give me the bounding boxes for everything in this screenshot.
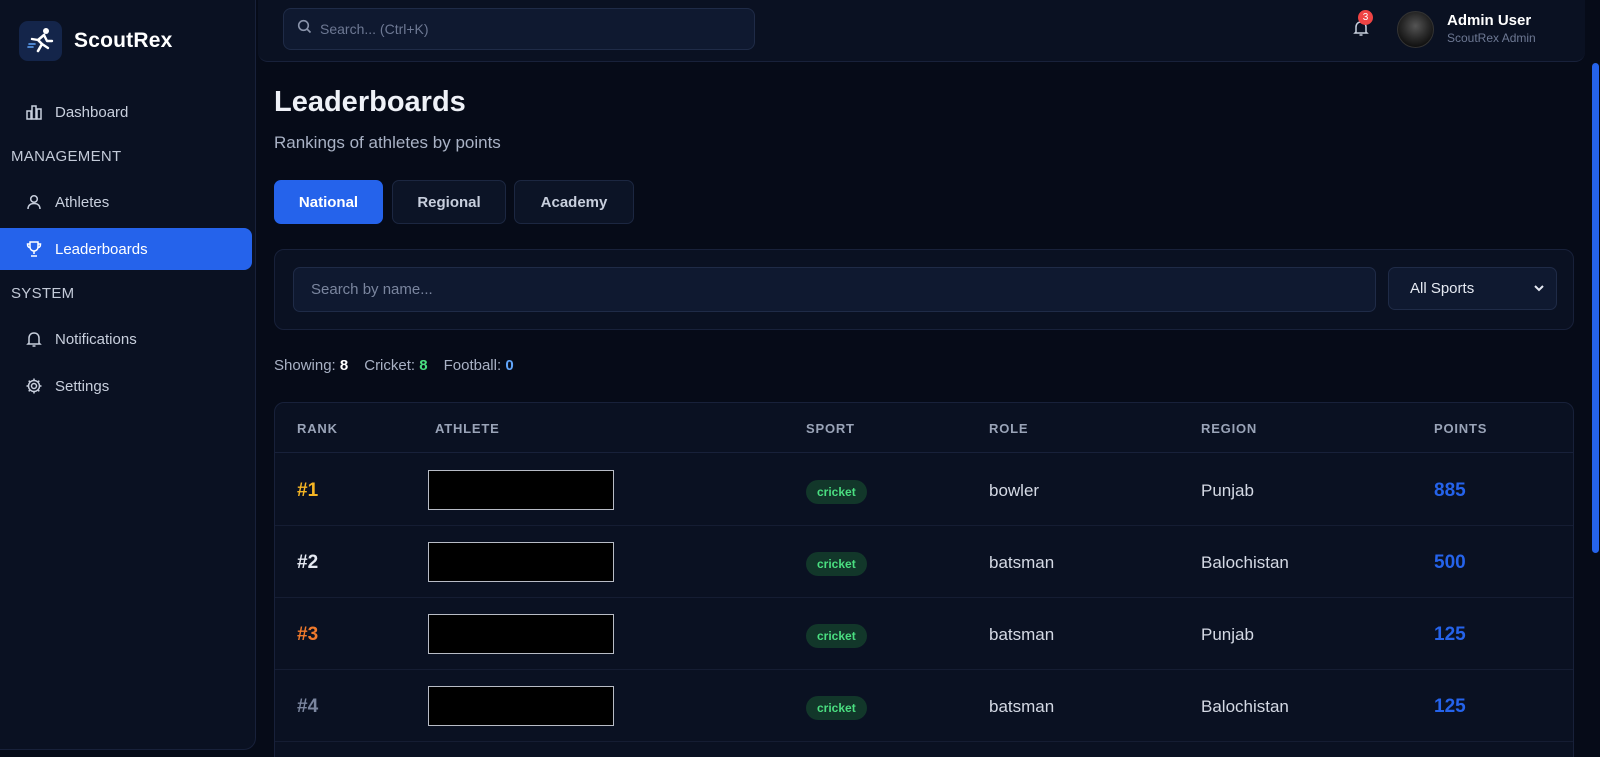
avatar[interactable]: [1397, 11, 1434, 48]
column-header-region[interactable]: REGION: [1201, 421, 1257, 436]
tab-national[interactable]: National: [274, 180, 383, 224]
stat-cricket-value: 8: [419, 357, 428, 374]
region-cell: Punjab: [1201, 625, 1254, 644]
rank-cell: #3: [297, 624, 319, 645]
rank-cell: #1: [297, 480, 319, 501]
user-name[interactable]: Admin User: [1447, 12, 1531, 29]
global-search[interactable]: [283, 8, 755, 50]
sidebar-item-label: Athletes: [55, 193, 110, 211]
table-row[interactable]: #2 cricket batsman Balochistan 500: [275, 526, 1573, 598]
notification-count-badge: 3: [1358, 10, 1373, 25]
column-header-rank[interactable]: RANK: [297, 421, 338, 436]
stats-summary: Showing: 8 Cricket: 8 Football: 0: [274, 357, 530, 374]
athlete-redacted[interactable]: [428, 542, 614, 582]
sidebar-item-label: Notifications: [55, 330, 137, 348]
sidebar-item-leaderboards[interactable]: Leaderboards: [0, 228, 252, 270]
sidebar-item-dashboard[interactable]: Dashboard: [0, 91, 252, 133]
region-cell: Balochistan: [1201, 697, 1289, 716]
stat-football-value: 0: [505, 357, 514, 374]
leaderboard-table: RANK ATHLETE SPORT ROLE REGION POINTS #1…: [274, 402, 1574, 757]
column-header-role[interactable]: ROLE: [989, 421, 1028, 436]
rank-cell: #4: [297, 696, 319, 717]
region-cell: Balochistan: [1201, 553, 1289, 572]
section-management: MANAGEMENT: [11, 148, 122, 165]
stat-showing-value: 8: [339, 357, 349, 374]
app-root: ScoutRex Dashboard MANAGEMENT Athletes L…: [0, 0, 1600, 757]
role-cell: batsman: [989, 697, 1055, 716]
sidebar-item-notifications[interactable]: Notifications: [0, 318, 252, 360]
sidebar-item-athletes[interactable]: Athletes: [0, 181, 252, 223]
sport-badge: cricket: [806, 552, 867, 576]
sidebar: ScoutRex Dashboard MANAGEMENT Athletes L…: [0, 0, 256, 750]
tab-regional[interactable]: Regional: [392, 180, 506, 224]
stat-cricket: Cricket: 8: [364, 357, 427, 374]
gear-icon: [24, 377, 43, 396]
sport-badge: cricket: [806, 480, 867, 504]
sidebar-item-settings[interactable]: Settings: [0, 365, 252, 407]
stat-football: Football: 0: [444, 357, 514, 374]
page-subtitle: Rankings of athletes by points: [274, 133, 501, 152]
sport-filter-value: All Sports: [1410, 280, 1475, 297]
table-row[interactable]: #3 cricket batsman Punjab 125: [275, 598, 1573, 670]
points-cell: 125: [1434, 624, 1466, 645]
bar-chart-icon: [24, 103, 43, 122]
points-cell: 885: [1434, 480, 1466, 501]
region-cell: Punjab: [1201, 481, 1254, 500]
runner-logo-icon: [19, 21, 62, 61]
table-row[interactable]: #4 cricket batsman Balochistan 125: [275, 670, 1573, 742]
sport-filter-select[interactable]: All Sports: [1388, 267, 1557, 310]
column-header-sport[interactable]: SPORT: [806, 421, 855, 436]
sport-badge: cricket: [806, 696, 867, 720]
stat-football-label: Football:: [443, 357, 502, 374]
sidebar-item-label: Settings: [55, 377, 110, 395]
athlete-redacted[interactable]: [428, 614, 614, 654]
column-header-points[interactable]: POINTS: [1434, 421, 1487, 436]
sidebar-item-label: Leaderboards: [55, 240, 148, 258]
filter-card: All Sports: [274, 249, 1574, 330]
user-icon: [24, 193, 43, 212]
table-row[interactable]: #1 cricket bowler Punjab 885: [275, 454, 1573, 526]
chevron-down-icon: [1532, 281, 1546, 299]
sport-badge: cricket: [806, 624, 867, 648]
topbar: 3 Admin User ScoutRex Admin: [258, 0, 1585, 62]
stat-cricket-label: Cricket:: [364, 357, 416, 374]
role-cell: batsman: [989, 553, 1055, 572]
role-cell: batsman: [989, 625, 1055, 644]
bell-icon: [24, 330, 43, 349]
athlete-redacted[interactable]: [428, 470, 614, 510]
search-icon: [297, 19, 312, 39]
section-system: SYSTEM: [11, 285, 75, 302]
role-cell: bowler: [989, 481, 1040, 500]
athlete-redacted[interactable]: [428, 686, 614, 726]
stat-showing: Showing: 8: [274, 357, 348, 374]
rank-cell: #2: [297, 552, 319, 573]
stat-showing-label: Showing:: [274, 357, 336, 374]
brand-name: ScoutRex: [74, 29, 173, 52]
tab-academy[interactable]: Academy: [514, 180, 634, 224]
points-cell: 125: [1434, 696, 1466, 717]
column-header-athlete[interactable]: ATHLETE: [435, 421, 500, 436]
trophy-icon: [24, 240, 43, 259]
table-header: RANK ATHLETE SPORT ROLE REGION POINTS: [275, 403, 1573, 453]
global-search-input[interactable]: [320, 21, 740, 37]
name-search-input[interactable]: [293, 267, 1376, 312]
brand[interactable]: ScoutRex: [19, 21, 172, 61]
user-role: ScoutRex Admin: [1447, 31, 1536, 45]
scrollbar-thumb[interactable]: [1592, 63, 1599, 553]
page-title: Leaderboards: [274, 86, 466, 118]
points-cell: 500: [1434, 552, 1466, 573]
sidebar-item-label: Dashboard: [55, 103, 129, 121]
